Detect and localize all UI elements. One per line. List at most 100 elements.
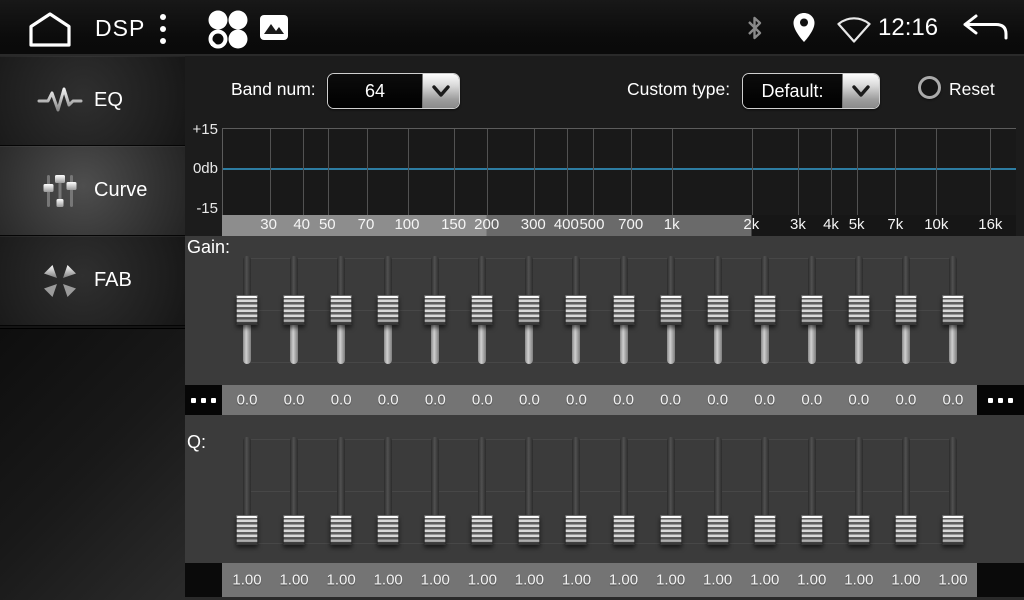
apps-clover-icon[interactable]: [203, 8, 251, 50]
gain-slider[interactable]: [518, 256, 540, 364]
q-slider[interactable]: [471, 437, 493, 545]
slider-knob[interactable]: [330, 295, 352, 325]
gain-slider[interactable]: [236, 256, 258, 364]
gain-value: 0.0: [318, 392, 364, 409]
slider-knob[interactable]: [895, 295, 917, 325]
slider-knob[interactable]: [613, 295, 635, 325]
slider-knob[interactable]: [518, 295, 540, 325]
q-slider[interactable]: [707, 437, 729, 545]
slider-knob[interactable]: [236, 515, 258, 545]
q-slider[interactable]: [330, 437, 352, 545]
dsp-screen: DSP 12:16: [0, 0, 1024, 600]
slider-knob[interactable]: [471, 515, 493, 545]
gain-value: 0.0: [412, 392, 458, 409]
q-slider[interactable]: [848, 437, 870, 545]
slider-knob[interactable]: [471, 295, 493, 325]
slider-knob[interactable]: [377, 295, 399, 325]
q-slider[interactable]: [942, 437, 964, 545]
slider-knob[interactable]: [518, 515, 540, 545]
gain-slider[interactable]: [895, 256, 917, 364]
slider-knob[interactable]: [283, 295, 305, 325]
gain-slider[interactable]: [660, 256, 682, 364]
slider-track-lower: [667, 323, 675, 364]
gain-slider[interactable]: [565, 256, 587, 364]
freq-tick-label: 7k: [887, 216, 903, 233]
slider-track-upper: [761, 437, 769, 517]
q-slider[interactable]: [518, 437, 540, 545]
grid-vline: [328, 129, 329, 215]
slider-knob[interactable]: [848, 295, 870, 325]
gain-slider[interactable]: [848, 256, 870, 364]
slider-knob[interactable]: [424, 515, 446, 545]
slider-knob[interactable]: [330, 515, 352, 545]
q-slider[interactable]: [236, 437, 258, 545]
slider-knob[interactable]: [754, 295, 776, 325]
y-tick-minus15: -15: [185, 200, 218, 217]
reset-radio-button[interactable]: [918, 76, 941, 99]
gain-slider[interactable]: [471, 256, 493, 364]
slider-track-upper: [478, 256, 486, 297]
gain-slider[interactable]: [613, 256, 635, 364]
chevron-down-icon[interactable]: [842, 74, 879, 108]
slider-track-upper: [478, 437, 486, 517]
freq-tick-label: 400: [554, 216, 579, 233]
q-values-row: 1.001.001.001.001.001.001.001.001.001.00…: [185, 563, 1024, 597]
band-num-dropdown[interactable]: 64: [327, 73, 460, 109]
slider-knob[interactable]: [377, 515, 399, 545]
slider-knob[interactable]: [613, 515, 635, 545]
q-slider[interactable]: [565, 437, 587, 545]
q-slider[interactable]: [424, 437, 446, 545]
slider-knob[interactable]: [565, 515, 587, 545]
freq-tick-label: 500: [579, 216, 604, 233]
sidebar: EQ Curve: [0, 56, 185, 600]
slider-knob[interactable]: [660, 515, 682, 545]
slider-knob[interactable]: [565, 295, 587, 325]
q-slider[interactable]: [754, 437, 776, 545]
sidebar-item-eq[interactable]: EQ: [0, 56, 185, 146]
gain-slider[interactable]: [283, 256, 305, 364]
slider-knob[interactable]: [754, 515, 776, 545]
gain-slider[interactable]: [942, 256, 964, 364]
gain-more-right-button[interactable]: [977, 385, 1024, 415]
gain-slider[interactable]: [801, 256, 823, 364]
eq-plot[interactable]: [222, 128, 1016, 215]
slider-knob[interactable]: [801, 515, 823, 545]
sidebar-item-fab[interactable]: FAB: [0, 236, 185, 326]
q-slider[interactable]: [377, 437, 399, 545]
slider-track-lower: [572, 323, 580, 364]
overflow-menu-icon[interactable]: [160, 14, 167, 44]
slider-knob[interactable]: [801, 295, 823, 325]
slider-knob[interactable]: [236, 295, 258, 325]
slider-knob[interactable]: [942, 295, 964, 325]
freq-tick-label: 2k: [743, 216, 759, 233]
slider-knob[interactable]: [283, 515, 305, 545]
back-arrow-icon[interactable]: [962, 14, 1010, 42]
slider-knob[interactable]: [660, 295, 682, 325]
gain-slider[interactable]: [754, 256, 776, 364]
q-slider[interactable]: [801, 437, 823, 545]
q-value: 1.00: [695, 572, 741, 589]
gain-slider[interactable]: [424, 256, 446, 364]
q-slider[interactable]: [613, 437, 635, 545]
slider-track-lower: [290, 323, 298, 364]
gain-slider[interactable]: [377, 256, 399, 364]
chevron-down-icon[interactable]: [422, 74, 459, 108]
custom-type-dropdown[interactable]: Default:: [742, 73, 880, 109]
slider-knob[interactable]: [848, 515, 870, 545]
q-slider[interactable]: [895, 437, 917, 545]
slider-knob[interactable]: [707, 295, 729, 325]
gain-more-left-button[interactable]: [185, 385, 222, 415]
grid-vline: [593, 129, 594, 215]
sidebar-item-curve[interactable]: Curve: [0, 146, 185, 236]
gain-slider[interactable]: [330, 256, 352, 364]
gallery-icon[interactable]: [260, 15, 288, 40]
gain-slider[interactable]: [707, 256, 729, 364]
home-icon[interactable]: [24, 10, 76, 48]
q-slider[interactable]: [283, 437, 305, 545]
slider-track-upper: [761, 256, 769, 297]
slider-knob[interactable]: [942, 515, 964, 545]
slider-knob[interactable]: [895, 515, 917, 545]
slider-knob[interactable]: [707, 515, 729, 545]
slider-knob[interactable]: [424, 295, 446, 325]
q-slider[interactable]: [660, 437, 682, 545]
